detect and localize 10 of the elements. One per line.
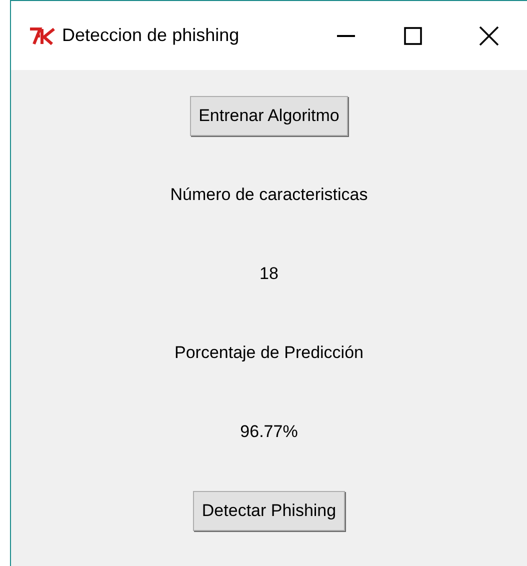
close-icon xyxy=(479,26,499,46)
minimize-icon xyxy=(337,34,355,36)
info-label: Número de caracteristicas xyxy=(170,184,368,206)
window-title: Deteccion de phishing xyxy=(62,24,240,47)
info-label: 96.77% xyxy=(240,421,298,444)
info-label: 18 xyxy=(260,263,278,286)
maximize-icon xyxy=(404,26,422,44)
action-button[interactable]: Entrenar Algoritmo xyxy=(190,96,348,136)
action-button[interactable]: Detectar Phishing xyxy=(192,491,346,531)
info-label: Porcentaje de Predicción xyxy=(174,342,364,364)
